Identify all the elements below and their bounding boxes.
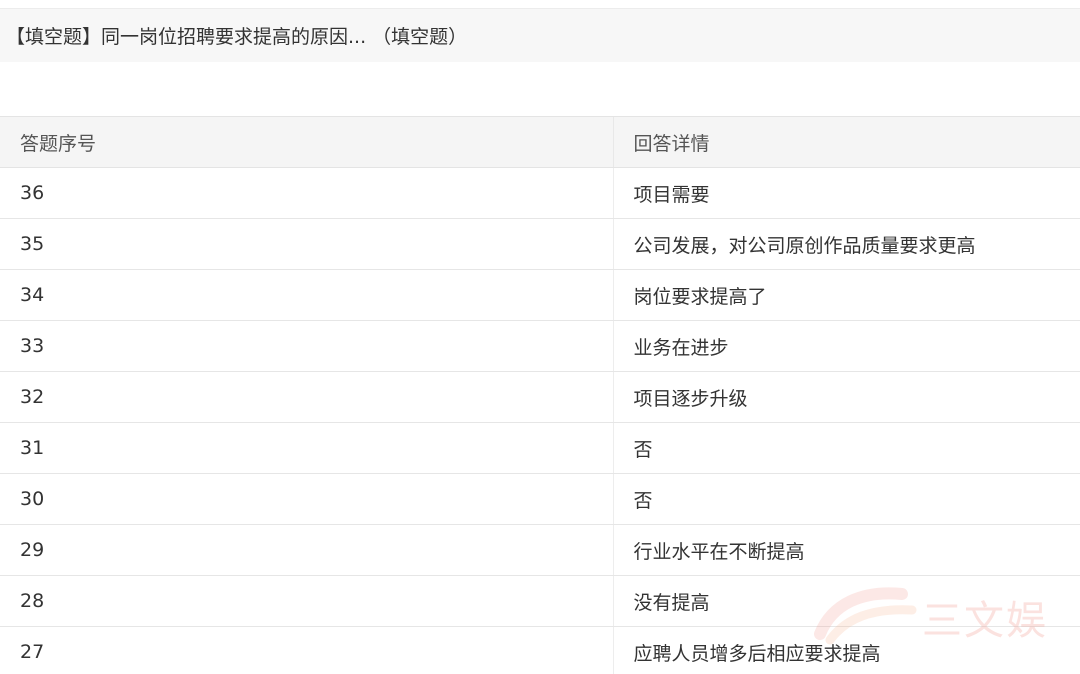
header-index: 答题序号 [0, 116, 613, 168]
row-answer-cell: 项目逐步升级 [612, 371, 1080, 423]
table-body: 36 项目需要 35 公司发展，对公司原创作品质量要求更高 34 岗位要求提高了 33 业务在… [0, 167, 1080, 674]
table-row: 35 公司发展，对公司原创作品质量要求更高 [0, 218, 1080, 270]
row-index-cell: 33 [0, 320, 613, 372]
row-answer-cell: 岗位要求提高了 [612, 269, 1080, 321]
table-row: 34 岗位要求提高了 [0, 269, 1080, 321]
row-index-cell: 28 [0, 575, 613, 627]
row-index-cell: 34 [0, 269, 613, 321]
row-index-cell: 36 [0, 167, 613, 219]
header-answer: 回答详情 [612, 116, 1080, 168]
row-answer-cell: 否 [612, 473, 1080, 525]
table-row: 30 否 [0, 473, 1080, 525]
row-answer-cell: 应聘人员增多后相应要求提高 [612, 626, 1080, 674]
row-index-cell: 30 [0, 473, 613, 525]
row-answer-cell: 行业水平在不断提高 [612, 524, 1080, 576]
section-spacer [0, 62, 1080, 116]
table-row: 29 行业水平在不断提高 [0, 524, 1080, 576]
table-row: 36 项目需要 [0, 167, 1080, 219]
table-header-row: 答题序号 回答详情 [0, 116, 1080, 168]
table-row: 31 否 [0, 422, 1080, 474]
row-answer-cell: 没有提高 [612, 575, 1080, 627]
row-answer-cell: 公司发展，对公司原创作品质量要求更高 [612, 218, 1080, 270]
question-title: 【填空题】同一岗位招聘要求提高的原因... （填空题） [6, 26, 468, 48]
row-index-cell: 32 [0, 371, 613, 423]
table-row: 28 没有提高 [0, 575, 1080, 627]
row-answer-cell: 业务在进步 [612, 320, 1080, 372]
row-index-cell: 35 [0, 218, 613, 270]
row-answer-cell: 否 [612, 422, 1080, 474]
row-answer-cell: 项目需要 [612, 167, 1080, 219]
question-title-bar: 【填空题】同一岗位招聘要求提高的原因... （填空题） [0, 8, 1080, 62]
table-row: 32 项目逐步升级 [0, 371, 1080, 423]
top-gap [0, 0, 1080, 8]
row-index-cell: 27 [0, 626, 613, 674]
row-index-cell: 29 [0, 524, 613, 576]
answer-table: 答题序号 回答详情 36 项目需要 35 公司发展，对公司原创作品质量要求更高 34 岗位… [0, 116, 1080, 674]
table-row: 33 业务在进步 [0, 320, 1080, 372]
table-row: 27 应聘人员增多后相应要求提高 [0, 626, 1080, 674]
row-index-cell: 31 [0, 422, 613, 474]
